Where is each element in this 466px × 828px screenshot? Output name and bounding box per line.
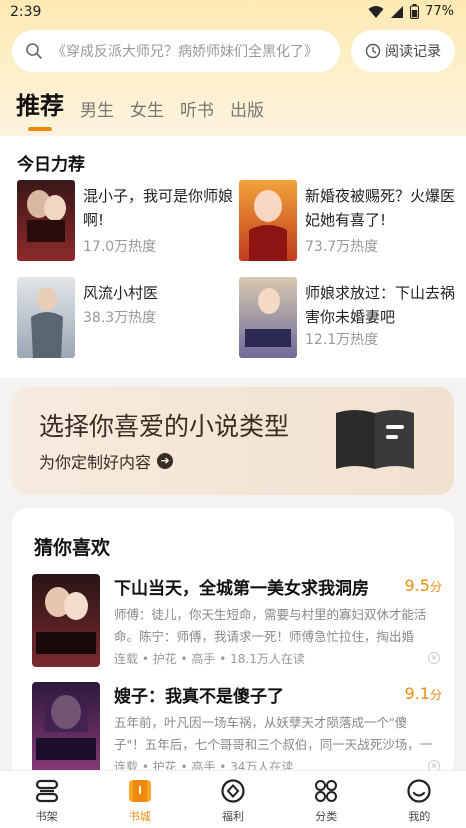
status-bar: 2:39 77% xyxy=(0,0,466,26)
book-cover xyxy=(32,574,100,667)
nav-bookstore[interactable]: 书城 xyxy=(93,771,186,828)
book-heat: 73.7万热度 xyxy=(305,239,379,255)
banner-title: 选择你喜爱的小说类型 xyxy=(39,412,290,441)
book-title: 风流小村医 xyxy=(83,284,159,302)
tab-female[interactable]: 女生 xyxy=(130,96,164,121)
search-placeholder: 《穿成反派大师兄？病娇师妹们全黑化了》 xyxy=(52,44,318,60)
guess-book-1[interactable]: 下山当天，全城第一美女求我洞房 9.5分 师傅：徒儿，你天生短命，需要与村里的寡… xyxy=(32,574,442,669)
arrow-right-icon: ➜ xyxy=(157,453,174,469)
genre-select-banner[interactable]: 选择你喜爱的小说类型 为你定制好内容 ➜ xyxy=(12,387,454,495)
book-score: 9.5分 xyxy=(404,576,442,595)
book-cover xyxy=(17,180,75,261)
bookstore-icon xyxy=(128,779,151,802)
book-score: 9.1分 xyxy=(404,684,442,703)
book-heat: 38.3万热度 xyxy=(83,310,157,326)
nav-label: 福利 xyxy=(222,809,244,823)
tab-publishing[interactable]: 出版 xyxy=(230,96,264,121)
recommend-book-3[interactable]: 风流小村医 38.3万热度 xyxy=(17,277,237,359)
nav-profile[interactable]: 我的 xyxy=(373,771,466,828)
book-title: 嫂子：我真不是傻子了 xyxy=(114,687,284,707)
reading-history-label: 阅读记录 xyxy=(385,44,441,60)
book-title: 师娘求放过：下山去祸害你未婚妻吧 xyxy=(305,284,456,326)
status-icons: 77% xyxy=(368,4,454,19)
signal-icon xyxy=(391,5,404,18)
welfare-icon xyxy=(221,778,245,803)
section-title: 今日力荐 xyxy=(17,155,85,175)
book-meta: 连载 • 护花 • 高手 • 18.1万人在读 xyxy=(114,652,305,666)
clock-icon xyxy=(365,43,381,59)
nav-label: 书架 xyxy=(35,809,58,823)
section-title: 猜你喜欢 xyxy=(34,537,111,559)
book-description: 五年前，叶凡因一场车祸，从妖孽天才陨落成一个"傻子"！五年后，七个哥哥和三个叔伯… xyxy=(114,715,433,752)
reading-history-button[interactable]: 阅读记录 xyxy=(351,30,455,72)
book-description: 师傅：徒儿，你天生短命，需要与村里的寡妇双休才能活命。陈宁：师傅，我请求一死！师… xyxy=(114,607,427,644)
banner-subtitle: 为你定制好内容 ➜ xyxy=(39,449,174,473)
battery-icon xyxy=(410,4,420,19)
search-icon xyxy=(26,43,42,59)
book-cover xyxy=(17,277,75,358)
book-heat: 12.1万热度 xyxy=(305,332,379,348)
category-icon xyxy=(315,779,338,802)
bottom-nav: 书架 书城 福利 分类 我的 xyxy=(0,770,466,828)
recommend-book-1[interactable]: 混小子，我可是你师娘啊! 17.0万热度 xyxy=(17,180,237,262)
nav-bookshelf[interactable]: 书架 xyxy=(0,771,93,828)
book-cover xyxy=(239,277,297,358)
channel-tabs: 推荐 男生 女生 听书 出版 xyxy=(16,86,264,131)
nav-label: 书城 xyxy=(128,809,151,823)
battery-level: 77% xyxy=(425,4,454,19)
dismiss-icon[interactable]: × xyxy=(428,652,440,664)
nav-label: 分类 xyxy=(315,809,338,823)
banner-subtitle-text: 为你定制好内容 xyxy=(39,453,152,472)
open-book-icon xyxy=(336,410,414,469)
guess-book-2[interactable]: 嫂子：我真不是傻子了 9.1分 五年前，叶凡因一场车祸，从妖孽天才陨落成一个"傻… xyxy=(32,682,442,777)
recommend-book-4[interactable]: 师娘求放过：下山去祸害你未婚妻吧 12.1万热度 xyxy=(239,277,459,359)
tab-recommend[interactable]: 推荐 xyxy=(16,86,64,131)
book-title: 混小子，我可是你师娘啊! xyxy=(83,187,234,229)
bookshelf-icon xyxy=(35,779,58,802)
profile-icon xyxy=(407,778,432,803)
book-title: 新婚夜被赐死？火爆医妃她有喜了! xyxy=(305,187,456,229)
status-time: 2:39 xyxy=(10,4,42,20)
nav-label: 我的 xyxy=(408,809,431,823)
search-bar[interactable]: 《穿成反派大师兄？病娇师妹们全黑化了》 xyxy=(12,30,340,72)
book-heat: 17.0万热度 xyxy=(83,239,157,255)
book-cover xyxy=(239,180,297,261)
wifi-icon xyxy=(368,5,384,18)
guess-you-like-section: 猜你喜欢 下山当天，全城第一美女求我洞房 9.5分 师傅：徒儿，你天生短命，需要… xyxy=(12,508,454,778)
tab-audiobook[interactable]: 听书 xyxy=(180,96,214,121)
book-cover xyxy=(32,682,100,775)
tab-male[interactable]: 男生 xyxy=(80,96,114,121)
nav-welfare[interactable]: 福利 xyxy=(186,771,279,828)
nav-category[interactable]: 分类 xyxy=(280,771,373,828)
book-title: 下山当天，全城第一美女求我洞房 xyxy=(114,579,369,599)
today-recommend-section: 今日力荐 混小子，我可是你师娘啊! 17.0万热度 新婚夜被赐死？火爆医妃她有喜… xyxy=(0,136,466,378)
recommend-book-2[interactable]: 新婚夜被赐死？火爆医妃她有喜了! 73.7万热度 xyxy=(239,180,459,262)
